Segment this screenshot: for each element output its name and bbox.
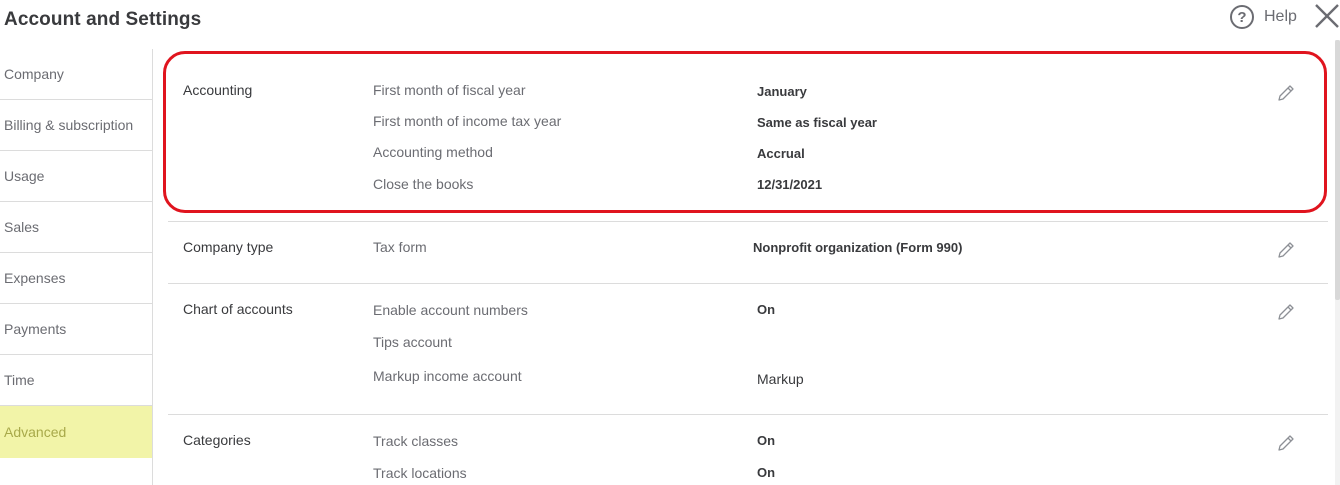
section-title-accounting: Accounting [183, 82, 253, 98]
pencil-icon [1278, 435, 1294, 451]
accounting-section: Accounting First month of fiscal year Ja… [168, 60, 1328, 222]
chart-of-accounts-section: Chart of accounts Enable account numbers… [168, 284, 1328, 415]
section-title-chart-of-accounts: Chart of accounts [183, 301, 293, 317]
row-value-enable-account-numbers: On [757, 302, 776, 317]
settings-sidebar: Company Billing & subscription Usage Sal… [0, 49, 153, 485]
sidebar-item-usage[interactable]: Usage [0, 151, 152, 202]
page-title: Account and Settings [4, 9, 202, 30]
row-label-track-classes: Track classes [373, 433, 459, 449]
section-title-company-type: Company type [183, 239, 274, 255]
close-button[interactable] [1312, 1, 1340, 31]
main-scrollbar[interactable] [1335, 40, 1340, 485]
edit-chart-of-accounts-button[interactable] [1276, 302, 1296, 322]
row-label-fiscal-year: First month of fiscal year [373, 82, 526, 98]
help-circle-icon: ? [1230, 5, 1254, 29]
edit-accounting-button[interactable] [1276, 83, 1296, 103]
pencil-icon [1278, 242, 1294, 258]
row-label-tax-form: Tax form [373, 239, 427, 255]
row-label-tips-account: Tips account [373, 334, 452, 350]
pencil-icon [1278, 304, 1294, 320]
sidebar-item-payments[interactable]: Payments [0, 304, 152, 355]
categories-section: Categories Track classes On Track locati… [168, 415, 1328, 485]
help-button[interactable]: ? Help [1230, 4, 1297, 30]
edit-categories-button[interactable] [1276, 433, 1296, 453]
pencil-icon [1278, 85, 1294, 101]
help-label: Help [1264, 8, 1297, 25]
section-title-categories: Categories [183, 432, 251, 448]
row-value-accounting-method: Accrual [757, 146, 805, 161]
sidebar-item-advanced[interactable]: Advanced [0, 406, 152, 458]
row-value-track-classes: On [757, 433, 776, 448]
row-value-tax-form: Nonprofit organization (Form 990) [753, 240, 963, 255]
sidebar-item-expenses[interactable]: Expenses [0, 253, 152, 304]
edit-company-type-button[interactable] [1276, 240, 1296, 260]
row-label-income-tax-year: First month of income tax year [373, 113, 562, 129]
sidebar-item-sales[interactable]: Sales [0, 202, 152, 253]
row-label-enable-account-numbers: Enable account numbers [373, 302, 528, 318]
row-value-fiscal-year: January [757, 84, 807, 99]
close-icon [1315, 4, 1339, 28]
row-value-track-locations: On [757, 465, 776, 480]
row-value-markup-income-account: Markup [757, 371, 804, 387]
row-value-close-books: 12/31/2021 [757, 177, 823, 192]
company-type-section: Company type Tax form Nonprofit organiza… [168, 222, 1328, 284]
row-label-track-locations: Track locations [373, 465, 467, 481]
row-label-accounting-method: Accounting method [373, 144, 493, 160]
sidebar-item-company[interactable]: Company [0, 49, 152, 100]
scrollbar-thumb[interactable] [1335, 40, 1340, 300]
sidebar-item-billing-subscription[interactable]: Billing & subscription [0, 100, 152, 151]
row-label-markup-income-account: Markup income account [373, 368, 522, 384]
sidebar-item-time[interactable]: Time [0, 355, 152, 406]
row-value-income-tax-year: Same as fiscal year [757, 115, 877, 130]
row-label-close-books: Close the books [373, 176, 474, 192]
